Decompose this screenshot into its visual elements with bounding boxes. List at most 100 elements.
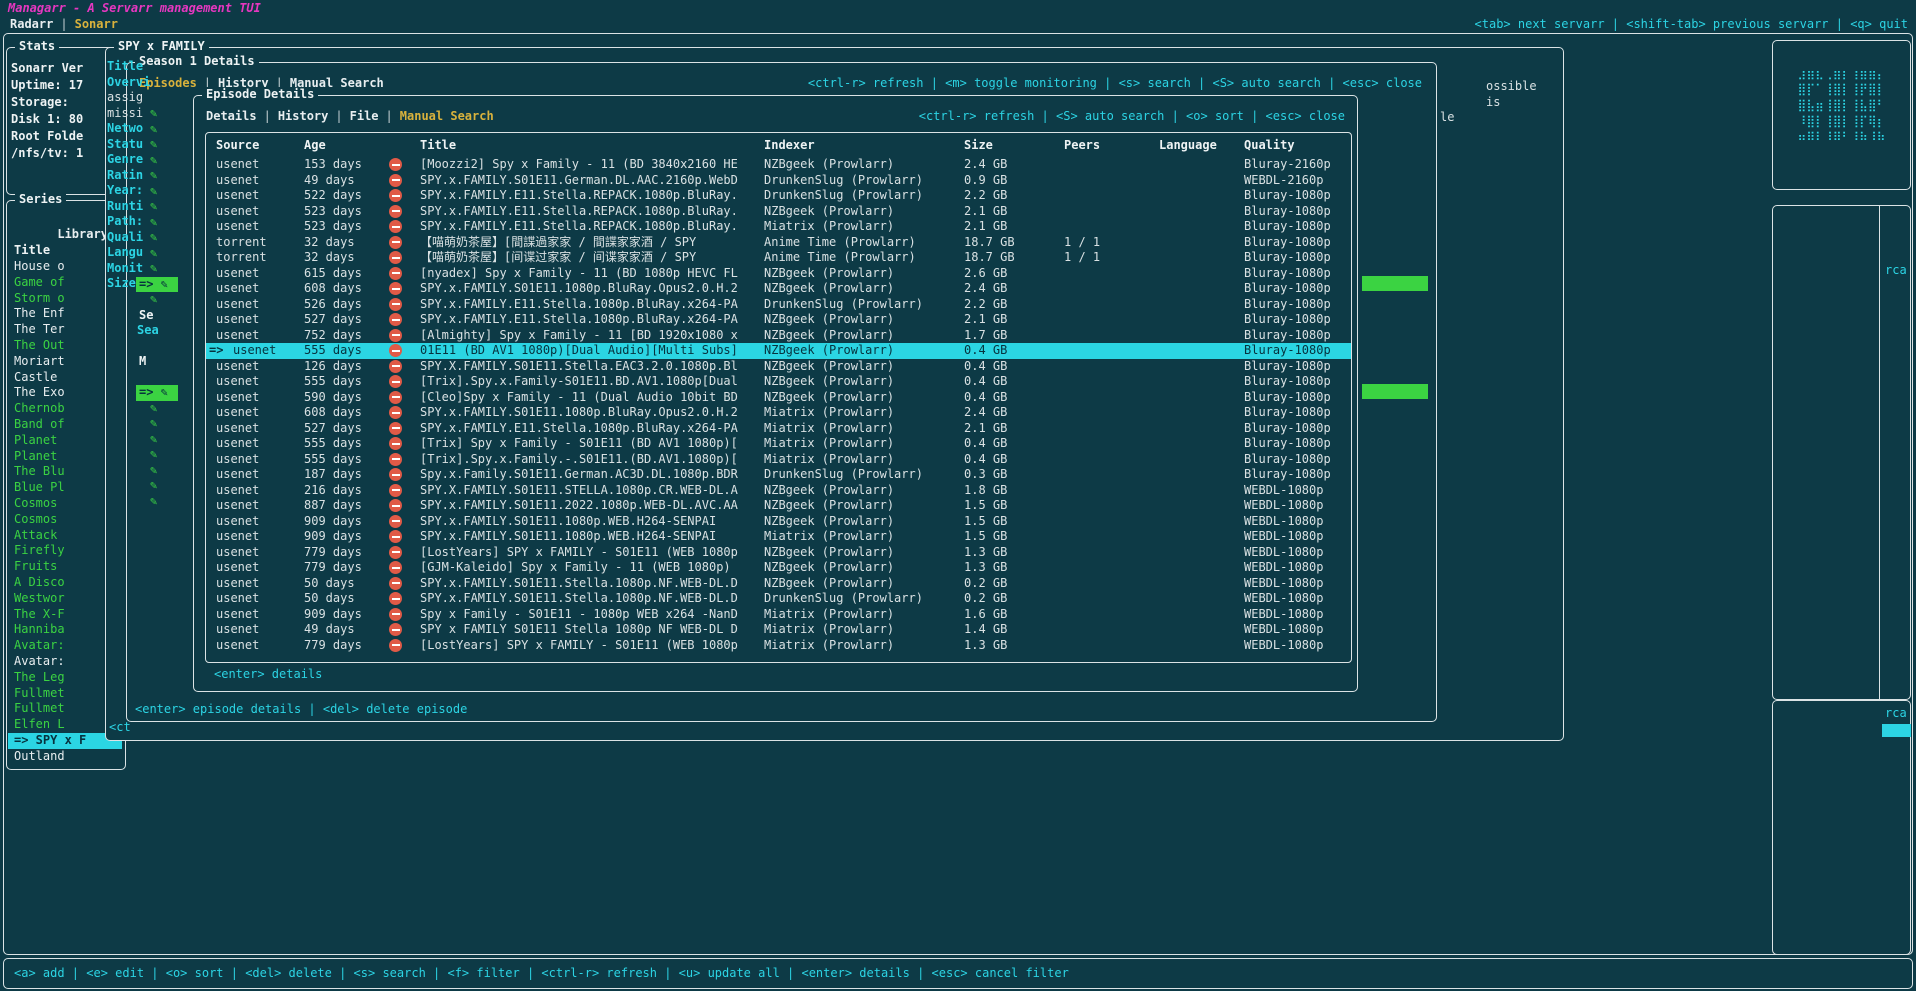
monitored-pencil-icon: ✎ xyxy=(136,199,198,215)
column-header-age[interactable]: Age xyxy=(304,138,389,152)
tab-sonarr[interactable]: Sonarr xyxy=(75,17,118,31)
release-row[interactable]: usenet527 daysSPY.x.FAMILY.E11.Stella.10… xyxy=(206,312,1351,328)
release-cell: usenet xyxy=(216,436,304,452)
release-row[interactable]: usenet779 days[GJM-Kaleido] Spy x Family… xyxy=(206,560,1351,576)
release-row[interactable]: usenet608 daysSPY.x.FAMILY.S01E11.1080p.… xyxy=(206,281,1351,297)
selected-episode-fragment: => ✎ xyxy=(136,277,178,293)
release-row[interactable]: usenet523 daysSPY.x.FAMILY.E11.Stella.RE… xyxy=(206,219,1351,235)
release-cell: Bluray-1080p xyxy=(1244,204,1351,220)
strip-blank xyxy=(136,370,198,386)
release-cell: DrunkenSlug (Prowlarr) xyxy=(764,173,964,189)
column-header-peers[interactable]: Peers xyxy=(1064,138,1159,152)
tab-details[interactable]: Details xyxy=(206,109,257,123)
release-cell: 0.3 GB xyxy=(964,467,1064,483)
release-cell: [LostYears] SPY x FAMILY - S01E11 (WEB 1… xyxy=(420,638,764,654)
column-header-title[interactable]: Title xyxy=(420,138,764,152)
release-row[interactable]: usenet527 daysSPY.x.FAMILY.E11.Stella.10… xyxy=(206,421,1351,437)
release-row[interactable]: torrent32 days【喵萌奶茶屋】[间谍过家家 / 间谍家家酒 / SP… xyxy=(206,250,1351,266)
release-cell: Miatrix (Prowlarr) xyxy=(764,421,964,437)
release-row[interactable]: usenet590 days[Cleo]Spy x Family - 11 (D… xyxy=(206,390,1351,406)
tab-library[interactable]: Library xyxy=(57,227,108,241)
episode-strip: ✎✎✎✎✎✎✎✎✎✎✎=> ✎✎SeSeaM=> ✎✎✎✎✎✎✎✎ xyxy=(136,106,198,509)
release-cell: [LostYears] SPY x FAMILY - S01E11 (WEB 1… xyxy=(420,545,764,561)
logo-panel: ⣰⣶⣆⢀⣶⡆⢰⣶⣶⡄ ⣿⡏⠁⢸⣿⡇⢸⡟⣿⡇ ⣿⣧⣶⢸⣿⡇⢸⣧⣿⠃ ⠸⣿⡇⢸⣿⡇⢸… xyxy=(1772,40,1911,190)
rejected-icon xyxy=(389,406,402,419)
release-row[interactable]: usenet555 days[Trix].Spy.x.Family-S01E11… xyxy=(206,374,1351,390)
release-cell: Anime Time (Prowlarr) xyxy=(764,235,964,251)
release-cell: NZBgeek (Prowlarr) xyxy=(764,157,964,173)
release-cell: 1.5 GB xyxy=(964,514,1064,530)
release-cell: usenet xyxy=(216,328,304,344)
column-header-indexer[interactable]: Indexer xyxy=(764,138,964,152)
season-footer-keybinds: <enter> episode details | <del> delete e… xyxy=(135,702,467,716)
column-header-quality[interactable]: Quality xyxy=(1244,138,1351,152)
release-row[interactable]: usenet909 daysSPY.x.FAMILY.S01E11.1080p.… xyxy=(206,529,1351,545)
release-cell: SPY.x.FAMILY.E11.Stella.REPACK.1080p.Blu… xyxy=(420,219,764,235)
release-cell: usenet xyxy=(216,204,304,220)
release-row[interactable]: usenet909 daysSpy x Family - S01E11 - 10… xyxy=(206,607,1351,623)
release-cell: [Moozzi2] Spy x Family - 11 (BD 3840x216… xyxy=(420,157,764,173)
rejected-icon xyxy=(389,608,402,621)
release-cell: Miatrix (Prowlarr) xyxy=(764,607,964,623)
release-row[interactable]: usenet526 daysSPY.x.FAMILY.E11.Stella.10… xyxy=(206,297,1351,313)
tab-history[interactable]: History xyxy=(278,109,329,123)
release-cell: Bluray-2160p xyxy=(1244,157,1351,173)
rejected-icon xyxy=(389,158,402,171)
rejected-icon xyxy=(389,220,402,233)
release-cell: 608 days xyxy=(304,405,389,421)
release-row[interactable]: usenet615 days[nyadex] Spy x Family - 11… xyxy=(206,266,1351,282)
release-row[interactable]: usenet555 days[Trix].Spy.x.Family.-.S01E… xyxy=(206,452,1351,468)
release-row[interactable]: usenet779 days [LostYears] SPY x FAMILY -… xyxy=(206,638,1351,654)
release-cell: 2.2 GB xyxy=(964,188,1064,204)
release-cell: 2.4 GB xyxy=(964,157,1064,173)
release-cell: usenet xyxy=(216,266,304,282)
release-cell: SPY.x.FAMILY.S01E11.1080p.BluRay.Opus2.0… xyxy=(420,281,764,297)
tab-file[interactable]: File xyxy=(350,109,379,123)
release-row[interactable]: usenet779 days[LostYears] SPY x FAMILY -… xyxy=(206,545,1351,561)
release-cell: 779 days xyxy=(304,638,389,654)
release-cell: 0.4 GB xyxy=(964,374,1064,390)
tab-manual-search[interactable]: Manual Search xyxy=(400,109,494,123)
release-row[interactable]: usenet187 daysSpy.x.Family.S01E11.German… xyxy=(206,467,1351,483)
release-row[interactable]: usenet522 daysSPY.x.FAMILY.E11.Stella.RE… xyxy=(206,188,1351,204)
release-row[interactable]: usenet608 daysSPY.x.FAMILY.S01E11.1080p.… xyxy=(206,405,1351,421)
release-row[interactable]: usenet752 days[Almighty] Spy x Family - … xyxy=(206,328,1351,344)
column-header-size[interactable]: Size xyxy=(964,138,1064,152)
release-row[interactable]: torrent32 days【喵萌奶茶屋】[間諜過家家 / 間諜家家酒 / SP… xyxy=(206,235,1351,251)
release-cell: NZBgeek (Prowlarr) xyxy=(764,374,964,390)
managarr-screen: Managarr - A Servarr management TUI Rada… xyxy=(0,0,1916,991)
release-cell: 49 days xyxy=(304,173,389,189)
release-row[interactable]: =>usenet555 days01E11 (BD AV1 1080p)[Dua… xyxy=(206,343,1351,359)
series-list-item[interactable]: Outland xyxy=(8,749,122,765)
release-cell: 523 days xyxy=(304,219,389,235)
release-cell: WEBDL-1080p xyxy=(1244,591,1351,607)
release-cell: WEBDL-1080p xyxy=(1244,622,1351,638)
release-row[interactable]: usenet216 daysSPY.X.FAMILY.S01E11.STELLA… xyxy=(206,483,1351,499)
release-row[interactable]: usenet50 daysSPY.x.FAMILY.S01E11.Stella.… xyxy=(206,591,1351,607)
release-row[interactable]: usenet153 days[Moozzi2] Spy x Family - 1… xyxy=(206,157,1351,173)
release-cell: 0.4 GB xyxy=(964,436,1064,452)
release-row[interactable]: usenet126 daysSPY.X.FAMILY.S01E11.Stella… xyxy=(206,359,1351,375)
release-row[interactable]: usenet523 daysSPY.x.FAMILY.E11.Stella.RE… xyxy=(206,204,1351,220)
column-header-source[interactable]: Source xyxy=(216,138,304,152)
release-cell: SPY.x.FAMILY.E11.Stella.1080p.BluRay.x26… xyxy=(420,312,764,328)
column-header-rejection[interactable] xyxy=(389,138,420,152)
release-cell: [Almighty] Spy x Family - 11 [BD 1920x10… xyxy=(420,328,764,344)
release-cell: 153 days xyxy=(304,157,389,173)
column-header-language[interactable]: Language xyxy=(1159,138,1244,152)
release-row[interactable]: usenet49 daysSPY.x.FAMILY.S01E11.German.… xyxy=(206,173,1351,189)
rejected-icon xyxy=(389,236,402,249)
release-row[interactable]: usenet887 daysSPY.x.FAMILY.S01E11.2022.1… xyxy=(206,498,1351,514)
release-row[interactable]: usenet49 daysSPY x FAMILY S01E11 Stella … xyxy=(206,622,1351,638)
release-cell: torrent xyxy=(216,250,304,266)
release-row[interactable]: usenet555 days[Trix] Spy x Family - S01E… xyxy=(206,436,1351,452)
release-cell: 2.1 GB xyxy=(964,204,1064,220)
release-cell: Bluray-1080p xyxy=(1244,374,1351,390)
tab-radarr[interactable]: Radarr xyxy=(10,17,53,31)
release-cell: usenet xyxy=(216,638,304,654)
release-row[interactable]: usenet50 daysSPY.x.FAMILY.S01E11.Stella.… xyxy=(206,576,1351,592)
release-cell: 527 days xyxy=(304,421,389,437)
release-cell: SPY.x.FAMILY.E11.Stella.REPACK.1080p.Blu… xyxy=(420,204,764,220)
release-cell: 18.7 GB xyxy=(964,235,1064,251)
release-row[interactable]: usenet909 daysSPY.x.FAMILY.S01E11.1080p.… xyxy=(206,514,1351,530)
